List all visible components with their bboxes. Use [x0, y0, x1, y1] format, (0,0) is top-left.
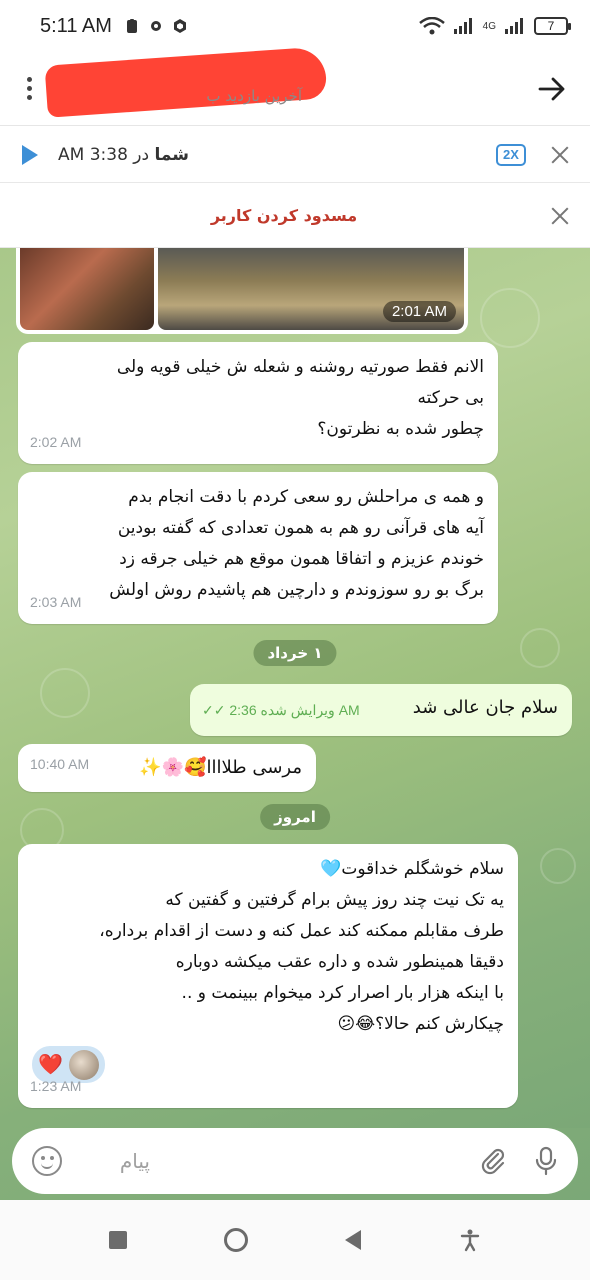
battery-icon: 7	[534, 17, 571, 35]
message-text-line: الانم فقط صورتیه روشنه و شعله ش خیلی قوی…	[116, 357, 484, 377]
edited-label: ویرایش شده	[260, 702, 335, 718]
chat-area[interactable]: 2:01 AM الانم فقط صورتیه روشنه و شعله ش …	[0, 248, 590, 1128]
audio-info: شما در 3:38 AM	[58, 144, 189, 165]
last-seen-status: آخرین بازدید ب	[206, 86, 302, 105]
emoji-icon[interactable]	[32, 1146, 62, 1176]
clipboard-icon	[126, 19, 137, 33]
audio-player-bar[interactable]: شما در 3:38 AM 2X	[0, 127, 590, 183]
redacted-contact-name	[44, 45, 328, 118]
wifi-icon	[418, 17, 445, 35]
close-audio-icon[interactable]	[548, 143, 572, 167]
chat-header: آخرین بازدید ب	[0, 45, 590, 126]
background-doodle	[40, 668, 90, 718]
more-menu-icon[interactable]	[18, 77, 40, 100]
photo-thumbnail[interactable]: 2:01 AM	[158, 248, 464, 330]
hexagon-icon	[173, 19, 186, 33]
status-icons-left	[124, 18, 188, 34]
accessibility-icon[interactable]	[458, 1228, 482, 1252]
block-user-bar: مسدود کردن کاربر	[0, 184, 590, 248]
date-separator: ۱ خرداد	[253, 640, 337, 666]
message-time: 2:02 AM	[30, 434, 82, 450]
photo-thumbnail[interactable]	[20, 248, 154, 330]
message-composer: پیام	[12, 1128, 578, 1194]
playback-speed-button[interactable]: 2X	[496, 143, 526, 166]
message-time: 1:23 AM	[30, 1078, 82, 1094]
incoming-message[interactable]: سلام خوشگلم خداقوت🩵 یه تک نیت چند روز پی…	[18, 844, 518, 1108]
message-text-line: چطور شده به نظرتون؟	[317, 419, 484, 439]
background-doodle	[520, 628, 560, 668]
read-checkmarks-icon: ✓✓	[202, 702, 226, 718]
status-time: 5:11 AM	[40, 14, 112, 37]
incoming-message[interactable]: و همه ی مراحلش رو سعی کردم با دقت انجام …	[18, 472, 498, 624]
close-block-bar-icon[interactable]	[548, 204, 572, 228]
network-type: 4G	[482, 20, 496, 32]
microphone-icon[interactable]	[534, 1146, 558, 1176]
message-text-line: با اینکه هزار بار اصرار کرد میخوام ببینم…	[181, 983, 504, 1003]
composer-area: پیام	[0, 1128, 590, 1200]
home-icon[interactable]	[223, 1228, 248, 1252]
gear-icon	[150, 21, 161, 31]
recents-icon[interactable]	[108, 1231, 127, 1249]
message-time: 2:03 AM	[30, 594, 82, 610]
play-icon[interactable]	[22, 144, 38, 165]
reactions-row: ❤️	[32, 1046, 504, 1083]
message-time: 10:40 AM	[30, 756, 90, 772]
date-separator: امروز	[260, 804, 330, 830]
message-text-line: طرف مقابلم ممکنه کند عمل کنه و دست از اق…	[99, 921, 504, 941]
message-text: مرسی طلاااا🥰🌸✨	[139, 757, 302, 778]
message-text: سلام جان عالی شد	[412, 697, 558, 718]
system-nav-bar	[0, 1200, 590, 1280]
message-meta: ✓✓ ویرایش شده 2:36 AM	[202, 695, 360, 726]
paperclip-icon[interactable]	[478, 1146, 508, 1176]
message-text-line: خوندم عزیزم و اتفاقا همون موقع هم خیلی ج…	[119, 549, 484, 569]
signal-icon	[453, 18, 472, 34]
message-text-line: چیکارش کنم حالا؟😂😕	[337, 1014, 504, 1034]
status-bar: 5:11 AM 4G 7	[0, 0, 590, 52]
background-doodle	[540, 848, 576, 884]
message-text-line: و همه ی مراحلش رو سعی کردم با دقت انجام …	[128, 487, 484, 507]
chat-title-area[interactable]: آخرین بازدید ب	[40, 45, 532, 126]
outgoing-message[interactable]: سلام جان عالی شد ✓✓ ویرایش شده 2:36 AM	[190, 684, 572, 736]
message-input[interactable]: پیام	[80, 1149, 470, 1173]
message-text-line: سلام خوشگلم خداقوت🩵	[320, 859, 504, 879]
message-text-line: برگ بو رو سوزوندم و دارچین هم پاشیدم روش…	[109, 580, 484, 600]
signal-icon-2	[505, 18, 523, 34]
photo-album-message[interactable]: 2:01 AM	[16, 248, 468, 334]
status-icons-right: 4G 7	[418, 17, 571, 35]
message-time: 2:01 AM	[382, 301, 456, 322]
message-text-line: دقیقا همینطور شده و داره عقب میکشه دوبار…	[175, 952, 504, 972]
back-arrow-icon[interactable]	[532, 69, 572, 109]
back-icon[interactable]	[344, 1230, 361, 1250]
message-text-line: یه تک نیت چند روز پیش برام گرفتین و گفتی…	[165, 890, 504, 910]
message-text-line: بی حرکته	[417, 388, 484, 408]
incoming-message[interactable]: مرسی طلاااا🥰🌸✨ 10:40 AM	[18, 744, 316, 792]
block-user-button[interactable]: مسدود کردن کاربر	[18, 206, 526, 225]
message-text-line: آیه های قرآنی رو هم به همون تعدادی که گف…	[117, 518, 484, 538]
incoming-message[interactable]: الانم فقط صورتیه روشنه و شعله ش خیلی قوی…	[18, 342, 498, 464]
background-doodle	[480, 288, 540, 348]
